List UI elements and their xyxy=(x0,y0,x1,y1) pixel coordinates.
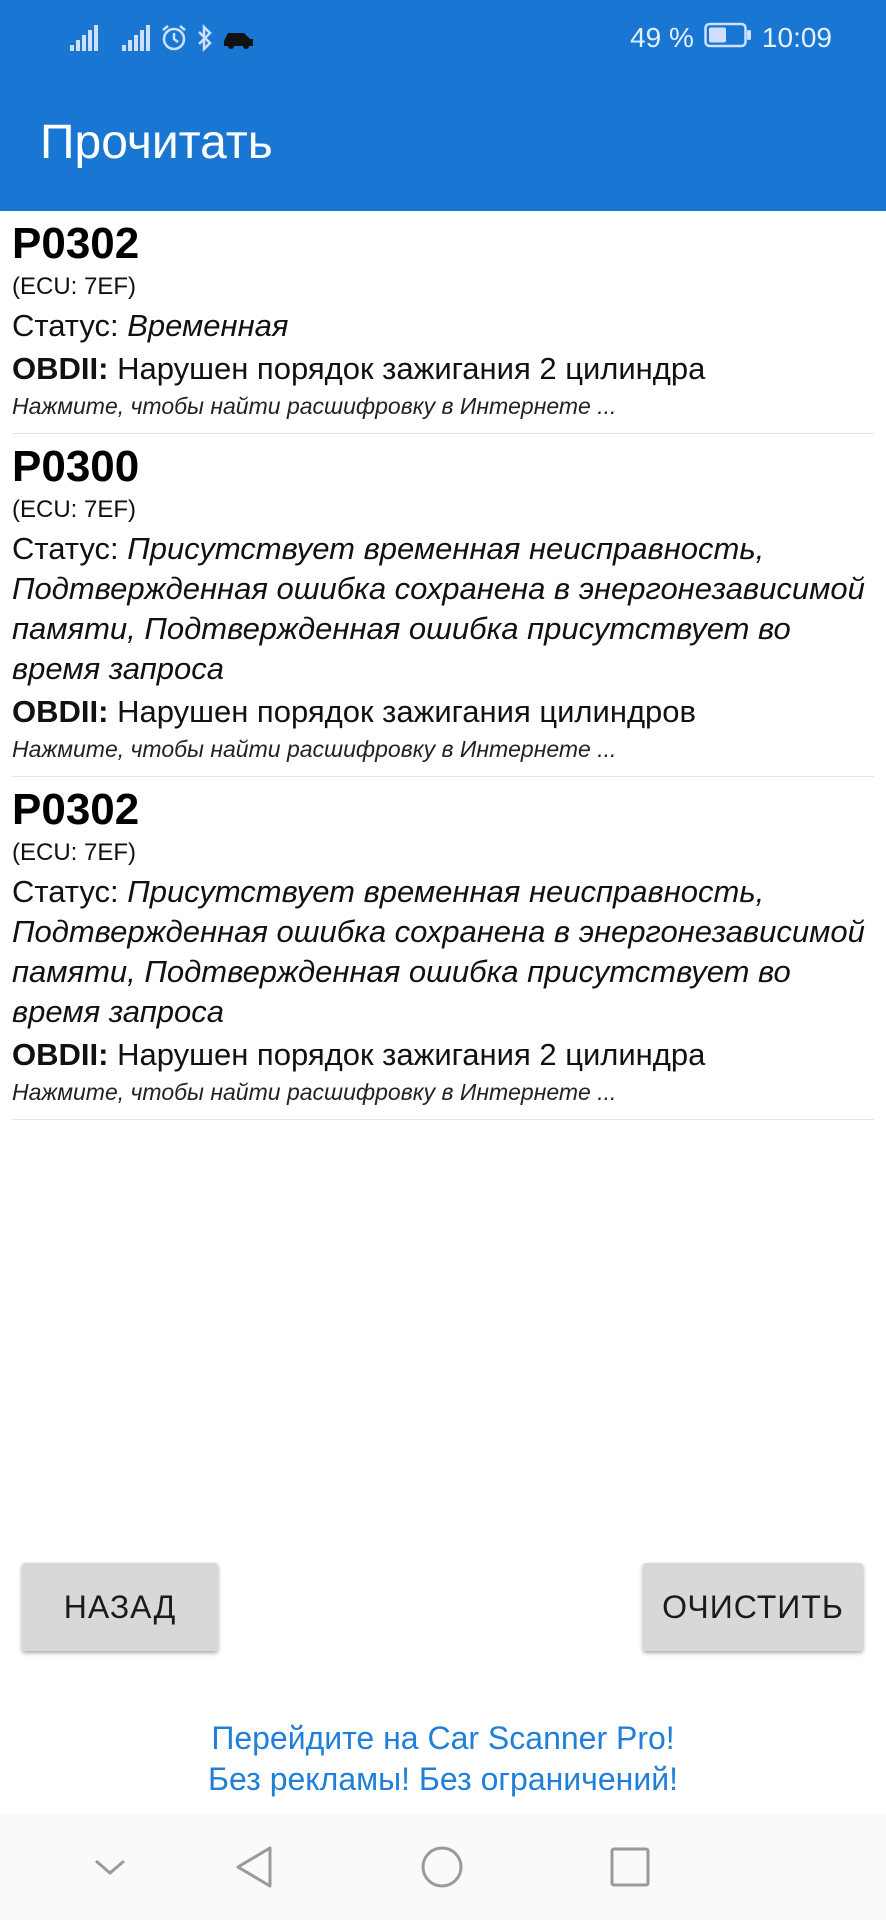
battery-percent: 49 % xyxy=(630,22,694,53)
alarm-icon xyxy=(160,24,188,52)
dtc-code: P0302 xyxy=(12,219,140,268)
dtc-ecu: (ECU: 7EF) xyxy=(12,839,137,866)
promo-line-1: Перейдите на Car Scanner Pro! xyxy=(211,1720,675,1756)
status-label: Статус: xyxy=(12,308,119,343)
dtc-code: P0300 xyxy=(12,442,140,491)
status-label: Статус: xyxy=(12,874,119,909)
search-online-link[interactable]: Нажмите, чтобы найти расшифровку в Интер… xyxy=(12,390,874,422)
obd-text: Нарушен порядок зажигания цилиндров xyxy=(117,694,696,729)
dtc-item-1[interactable]: P0302 (ECU: 7EF) Статус: Временная OBDII… xyxy=(12,211,874,434)
back-triangle-icon[interactable] xyxy=(224,1837,284,1897)
battery-icon xyxy=(704,22,752,55)
dtc-item-3[interactable]: P0302 (ECU: 7EF) Статус: Присутствует вр… xyxy=(12,777,874,1120)
signal-icon xyxy=(70,25,100,51)
dtc-item-2[interactable]: P0300 (ECU: 7EF) Статус: Присутствует вр… xyxy=(12,434,874,777)
search-online-link[interactable]: Нажмите, чтобы найти расшифровку в Интер… xyxy=(12,1076,874,1108)
app-bar: Прочитать xyxy=(0,75,886,211)
status-time: 10:09 xyxy=(761,22,832,53)
upgrade-promo-link[interactable]: Перейдите на Car Scanner Pro! Без реклам… xyxy=(0,1718,886,1800)
search-online-link[interactable]: Нажмите, чтобы найти расшифровку в Интер… xyxy=(12,733,874,765)
dtc-status: Статус: Временная xyxy=(12,306,874,346)
dtc-status: Статус: Присутствует временная неисправн… xyxy=(12,529,874,689)
status-bar: 49 % 10:09 xyxy=(0,0,886,75)
status-label: Статус: xyxy=(12,531,119,566)
status-value: Присутствует временная неисправность, По… xyxy=(12,531,865,686)
status-value: Присутствует временная неисправность, По… xyxy=(12,874,865,1029)
signal-icon xyxy=(122,25,152,51)
dtc-obd-description: OBDII: Нарушен порядок зажигания 2 цилин… xyxy=(12,348,874,390)
back-button[interactable]: НАЗАД xyxy=(22,1563,218,1651)
page-title: Прочитать xyxy=(40,116,273,169)
clear-button[interactable]: ОЧИСТИТЬ xyxy=(643,1563,863,1651)
bluetooth-icon xyxy=(196,24,214,52)
obd-text: Нарушен порядок зажигания 2 цилиндра xyxy=(117,1037,706,1072)
recents-square-icon[interactable] xyxy=(600,1837,660,1897)
system-nav-bar xyxy=(0,1815,886,1920)
obd-label: OBDII: xyxy=(12,1037,109,1072)
dtc-list: P0302 (ECU: 7EF) Статус: Временная OBDII… xyxy=(12,211,874,1120)
dtc-obd-description: OBDII: Нарушен порядок зажигания 2 цилин… xyxy=(12,1034,874,1076)
home-circle-icon[interactable] xyxy=(412,1837,472,1897)
status-icons-left xyxy=(70,20,254,56)
promo-line-2: Без рекламы! Без ограничений! xyxy=(208,1761,678,1797)
dtc-obd-description: OBDII: Нарушен порядок зажигания цилиндр… xyxy=(12,691,874,733)
status-value: Временная xyxy=(127,308,289,343)
obd-label: OBDII: xyxy=(12,351,109,386)
obd-text: Нарушен порядок зажигания 2 цилиндра xyxy=(117,351,706,386)
status-icons-right: 49 % 10:09 xyxy=(630,18,832,58)
dtc-code: P0302 xyxy=(12,785,140,834)
obd-label: OBDII: xyxy=(12,694,109,729)
chevron-down-icon[interactable] xyxy=(80,1837,140,1897)
dtc-ecu: (ECU: 7EF) xyxy=(12,496,137,523)
dtc-ecu: (ECU: 7EF) xyxy=(12,273,137,300)
car-icon xyxy=(222,27,254,49)
dtc-status: Статус: Присутствует временная неисправн… xyxy=(12,872,874,1032)
